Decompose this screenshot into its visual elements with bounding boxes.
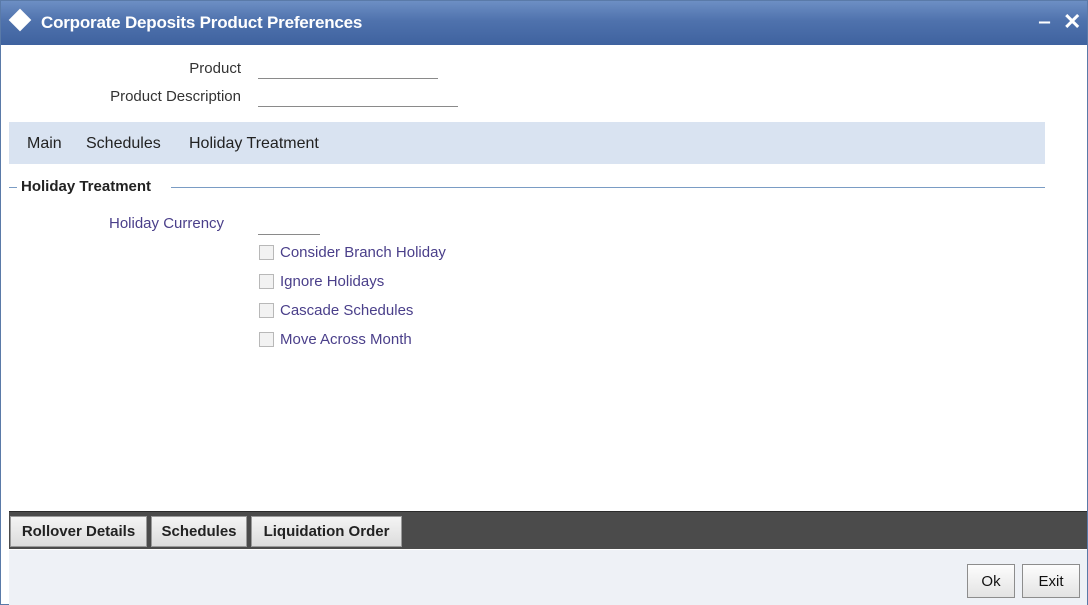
liquidation-order-button[interactable]: Liquidation Order <box>251 516 402 547</box>
close-icon[interactable]: ✕ <box>1063 9 1081 35</box>
footer <box>9 550 1087 605</box>
minimize-icon[interactable]: ‒ <box>1039 11 1050 34</box>
checkbox-label: Move Across Month <box>280 330 412 348</box>
product-preferences-window: Corporate Deposits Product Preferences ‒… <box>0 0 1088 605</box>
diamond-icon <box>8 8 32 32</box>
move-across-month-option[interactable]: Move Across Month <box>259 330 412 348</box>
ignore-holidays-option[interactable]: Ignore Holidays <box>259 272 384 290</box>
tab-schedules[interactable]: Schedules <box>86 135 161 153</box>
title-bar: Corporate Deposits Product Preferences ‒… <box>1 1 1087 45</box>
holiday-currency-label: Holiday Currency <box>109 215 225 232</box>
section-divider-left <box>9 187 17 188</box>
holiday-currency-input[interactable] <box>258 215 320 235</box>
section-divider <box>171 187 1045 188</box>
move-across-month-checkbox[interactable] <box>259 331 274 347</box>
tab-main[interactable]: Main <box>27 135 62 153</box>
product-description-input[interactable] <box>258 87 458 107</box>
tab-holiday-treatment[interactable]: Holiday Treatment <box>189 135 319 153</box>
product-label: Product <box>189 60 241 77</box>
window-title: Corporate Deposits Product Preferences <box>41 13 363 32</box>
checkbox-label: Cascade Schedules <box>280 301 414 319</box>
product-description-label: Product Description <box>110 88 241 105</box>
cascade-schedules-option[interactable]: Cascade Schedules <box>259 301 413 319</box>
checkbox-label: Consider Branch Holiday <box>280 243 446 261</box>
schedules-button[interactable]: Schedules <box>151 516 247 547</box>
checkbox-label: Ignore Holidays <box>280 272 385 290</box>
cascade-schedules-checkbox[interactable] <box>259 302 274 318</box>
rollover-details-button[interactable]: Rollover Details <box>10 516 147 547</box>
section-title: Holiday Treatment <box>21 178 152 195</box>
ignore-holidays-checkbox[interactable] <box>259 273 274 289</box>
tab-strip: Main Schedules Holiday Treatment <box>9 122 1045 164</box>
consider-branch-holiday-checkbox[interactable] <box>259 244 274 260</box>
exit-button[interactable]: Exit <box>1022 564 1080 598</box>
consider-branch-holiday-option[interactable]: Consider Branch Holiday <box>259 243 446 261</box>
product-input[interactable] <box>258 59 438 79</box>
ok-button[interactable]: Ok <box>967 564 1015 598</box>
